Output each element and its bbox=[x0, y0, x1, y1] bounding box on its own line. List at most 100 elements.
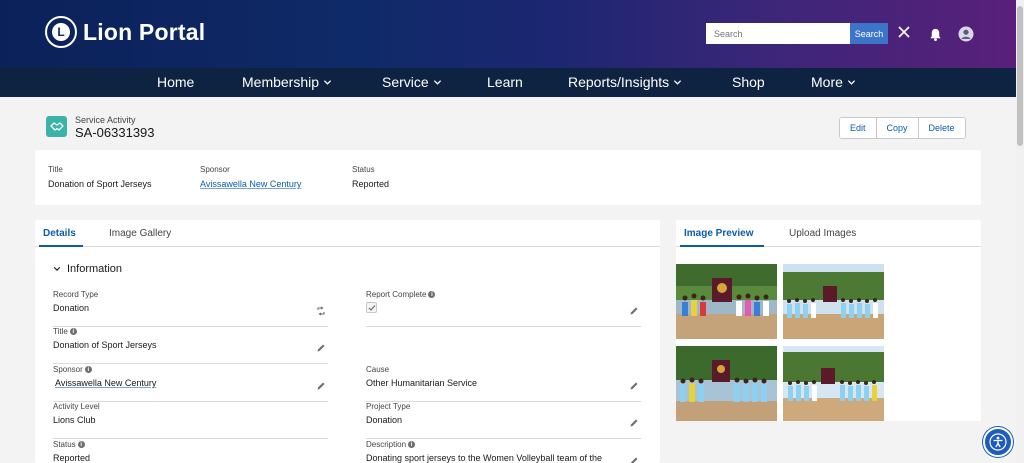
field-label: Report Complete i bbox=[366, 290, 436, 299]
info-icon[interactable]: i bbox=[408, 441, 416, 448]
pencil-icon[interactable] bbox=[629, 306, 639, 316]
nav-label: Service bbox=[382, 74, 429, 90]
main-nav: Home Membership Service Learn Reports/In… bbox=[0, 68, 1016, 97]
highlight-status-value: Reported bbox=[352, 179, 390, 189]
field-label: Sponsor i bbox=[53, 365, 92, 374]
field-activity-level: Activity Level Lions Club bbox=[53, 402, 328, 439]
chevron-down-icon bbox=[433, 79, 441, 85]
tab-image-preview[interactable]: Image Preview bbox=[684, 228, 753, 239]
image-card: Image Preview Upload Images bbox=[676, 220, 981, 421]
nav-label: More bbox=[811, 74, 843, 90]
nav-label: Membership bbox=[242, 74, 320, 90]
record-actions: Edit Copy Delete bbox=[839, 117, 966, 139]
field-value: Donation bbox=[53, 303, 90, 313]
pencil-icon[interactable] bbox=[629, 381, 639, 391]
field-label: Record Type bbox=[53, 290, 99, 299]
pencil-icon[interactable] bbox=[316, 381, 326, 391]
lions-logo-icon[interactable]: L bbox=[45, 16, 77, 48]
field-value: Donation of Sport Jerseys bbox=[53, 340, 157, 350]
info-icon[interactable]: i bbox=[77, 441, 85, 448]
field-value: Lions Club bbox=[53, 415, 96, 425]
close-icon[interactable] bbox=[896, 24, 912, 40]
gallery-photo-1[interactable] bbox=[676, 264, 777, 339]
search-input[interactable] bbox=[706, 23, 850, 44]
gallery-photo-3[interactable] bbox=[676, 346, 777, 421]
pencil-icon[interactable] bbox=[316, 343, 326, 353]
tab-label: Image Gallery bbox=[109, 228, 172, 239]
field-cause: Cause Other Humanitarian Service bbox=[366, 365, 641, 402]
gallery-photo-4[interactable] bbox=[783, 346, 884, 421]
chevron-down-icon bbox=[323, 79, 332, 85]
nav-item-membership[interactable]: Membership bbox=[242, 74, 332, 90]
details-card: Details Image Gallery Information Record… bbox=[35, 220, 660, 463]
field-description: Description i Donating sport jerseys to t… bbox=[366, 440, 641, 463]
nav-label: Reports/Insights bbox=[568, 74, 670, 90]
scrollbar-thumb[interactable] bbox=[1017, 6, 1023, 146]
nav-item-more[interactable]: More bbox=[811, 74, 856, 90]
user-avatar-icon[interactable] bbox=[958, 26, 974, 42]
bell-icon[interactable] bbox=[928, 27, 943, 42]
change-record-type-icon[interactable] bbox=[316, 306, 326, 316]
field-value: Donation bbox=[366, 415, 403, 425]
info-icon[interactable]: i bbox=[69, 328, 77, 335]
pencil-icon[interactable] bbox=[629, 418, 639, 428]
field-label: Description i bbox=[366, 440, 416, 449]
field-label: Project Type bbox=[366, 402, 411, 411]
info-icon[interactable]: i bbox=[84, 366, 92, 373]
report-complete-checkbox bbox=[366, 302, 377, 313]
section-information-toggle[interactable]: Information bbox=[53, 263, 122, 275]
tab-upload-images[interactable]: Upload Images bbox=[789, 228, 856, 239]
delete-button[interactable]: Delete bbox=[918, 118, 965, 138]
record-type-label: Service Activity bbox=[75, 115, 136, 125]
nav-item-learn[interactable]: Learn bbox=[487, 74, 523, 90]
copy-button[interactable]: Copy bbox=[876, 118, 919, 138]
logo-letter: L bbox=[52, 23, 70, 41]
handshake-icon bbox=[46, 116, 67, 137]
field-value: Other Humanitarian Service bbox=[366, 378, 478, 388]
nav-item-home[interactable]: Home bbox=[157, 74, 194, 90]
field-label: Status i bbox=[53, 440, 85, 449]
field-label: Activity Level bbox=[53, 402, 100, 411]
highlight-title-value: Donation of Sport Jerseys bbox=[48, 179, 152, 189]
field-title: Title i Donation of Sport Jerseys bbox=[53, 327, 328, 364]
brand-title[interactable]: Lion Portal bbox=[83, 19, 205, 46]
chevron-down-icon bbox=[53, 267, 61, 271]
info-icon[interactable]: i bbox=[428, 291, 436, 298]
team-photo-image bbox=[676, 346, 777, 421]
field-value: Reported bbox=[53, 453, 91, 463]
nav-item-service[interactable]: Service bbox=[382, 74, 442, 90]
search-button[interactable]: Search bbox=[850, 23, 888, 44]
tab-image-gallery[interactable]: Image Gallery bbox=[109, 228, 171, 239]
chevron-down-icon bbox=[847, 79, 856, 85]
accessibility-button[interactable] bbox=[983, 427, 1013, 457]
field-status: Status i Reported bbox=[53, 440, 328, 463]
sponsor-link[interactable]: Avissawella New Century bbox=[55, 378, 156, 388]
accessibility-icon bbox=[989, 433, 1007, 451]
nav-label: Learn bbox=[487, 74, 523, 90]
page-scrollbar[interactable] bbox=[1016, 0, 1024, 463]
active-tab-indicator bbox=[680, 245, 764, 247]
nav-label: Shop bbox=[732, 74, 765, 90]
field-label: Cause bbox=[366, 365, 390, 374]
team-photo-image bbox=[676, 264, 777, 339]
team-photo-image bbox=[783, 346, 884, 421]
section-title: Information bbox=[67, 263, 123, 275]
field-report-complete: Report Complete i bbox=[366, 290, 641, 327]
active-tab-indicator bbox=[39, 245, 83, 247]
field-label: Title i bbox=[53, 327, 77, 336]
nav-item-shop[interactable]: Shop bbox=[732, 74, 765, 90]
image-tabs: Image Preview Upload Images bbox=[676, 220, 981, 247]
highlight-status-label: Status bbox=[352, 165, 375, 174]
edit-button[interactable]: Edit bbox=[840, 118, 877, 138]
tab-details[interactable]: Details bbox=[43, 228, 76, 239]
tab-label: Image Preview bbox=[684, 228, 754, 239]
highlight-title-label: Title bbox=[48, 165, 63, 174]
gallery-photo-2[interactable] bbox=[783, 264, 884, 339]
highlights-panel: Title Donation of Sport Jerseys Sponsor … bbox=[35, 150, 981, 205]
top-header: L Lion Portal Search bbox=[0, 0, 1016, 68]
details-tabs: Details Image Gallery bbox=[35, 220, 660, 247]
team-photo-image bbox=[783, 264, 884, 339]
nav-item-reports[interactable]: Reports/Insights bbox=[568, 74, 682, 90]
pencil-icon[interactable] bbox=[629, 456, 639, 463]
highlight-sponsor-link[interactable]: Avissawella New Century bbox=[200, 179, 301, 189]
